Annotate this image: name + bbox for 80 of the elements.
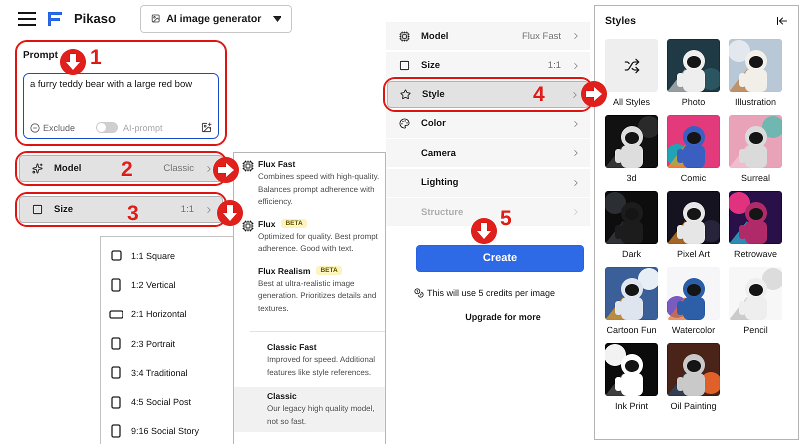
aspect-ratio-icon [111, 337, 121, 350]
prompt-field[interactable]: a furry teddy bear with a large red bow Exclude AI-prompt [23, 73, 219, 139]
credits-note: This will use 5 credits per image [427, 288, 556, 298]
square-icon [32, 204, 43, 215]
aspect-ratio-icon [111, 396, 121, 409]
create-button[interactable]: Create [416, 244, 584, 272]
prompt-label: Prompt [23, 50, 58, 61]
setting-row[interactable]: Color [386, 110, 590, 138]
style-label[interactable]: 3d [626, 173, 636, 183]
aspect-ratio-icon [111, 424, 121, 438]
style-label[interactable]: Cartoon Fun [606, 325, 657, 335]
setting-row[interactable]: Size 1:1 [386, 52, 590, 80]
palette-icon [399, 118, 410, 129]
chip-icon [242, 160, 254, 172]
style-label[interactable]: Oil Painting [670, 401, 717, 411]
setting-row[interactable]: Model Flux Fast [386, 22, 590, 50]
image-icon[interactable] [201, 122, 212, 133]
aspect-ratio-icon [110, 250, 122, 262]
mode-dropdown[interactable]: AI image generator [140, 4, 292, 32]
shuffle-icon [624, 58, 640, 74]
step-number: 1 [90, 47, 102, 68]
square-icon [399, 60, 410, 71]
style-label[interactable]: Surreal [740, 173, 770, 183]
setting-row[interactable]: Camera [386, 139, 590, 167]
ai-prompt-label: AI-prompt [123, 122, 163, 132]
image-icon [150, 13, 160, 24]
model-name: Classic [267, 391, 297, 401]
size-option[interactable]: 3:4 Traditional [131, 368, 188, 378]
size-option[interactable]: 1:2 Vertical [131, 280, 176, 290]
menu-icon[interactable] [18, 12, 36, 26]
model-name: Flux Realism [258, 266, 310, 276]
step-number: 5 [500, 208, 512, 229]
model-name: Flux [258, 218, 276, 228]
model-description: Combines speed with high-quality. Balances prompt adherence with efficiency. [258, 171, 380, 208]
sparkles-icon [32, 163, 43, 174]
style-label[interactable]: Pixel Art [676, 249, 710, 259]
upgrade-link[interactable]: Upgrade for more [465, 312, 541, 322]
size-option[interactable]: 4:5 Social Post [131, 397, 192, 408]
style-label[interactable]: Dark [622, 249, 641, 259]
collapse-icon[interactable] [776, 15, 788, 27]
step-number: 3 [127, 203, 139, 224]
style-label[interactable]: Ink Print [614, 401, 648, 411]
model-description: Optimized for quality. Best prompt adherence. Good with text. [258, 230, 379, 255]
aspect-ratio-icon [111, 278, 121, 292]
size-option[interactable]: 9:16 Social Story [131, 426, 200, 436]
product-name: Pikaso [74, 11, 116, 26]
style-label[interactable]: Comic [680, 173, 706, 183]
chip-icon [399, 30, 410, 42]
model-description: Best at ultra-realistic image generation. Prioritizes details and textures. [258, 278, 378, 314]
step-number: 4 [533, 84, 545, 105]
coins-icon [414, 288, 424, 298]
all-styles-tile[interactable] [605, 39, 658, 92]
style-label[interactable]: Watercolor [672, 325, 716, 335]
chip-icon [242, 220, 254, 232]
size-option[interactable]: 1:1 Square [131, 250, 176, 261]
aspect-ratio-icon [109, 310, 123, 319]
step-number: 2 [121, 159, 133, 180]
model-name: Classic Fast [267, 342, 317, 352]
styles-title: Styles [605, 15, 636, 27]
size-option[interactable]: 2:3 Portrait [131, 338, 176, 349]
model-description: Improved for speed. Additional features like style references. [267, 354, 376, 379]
exclude-button[interactable]: Exclude [43, 122, 76, 132]
model-option[interactable]: Classic Our legacy high quality model, not so fast. [234, 387, 385, 432]
style-label[interactable]: Illustration [734, 97, 776, 107]
style-label[interactable]: Retrowave [734, 249, 778, 259]
star-icon [400, 89, 411, 100]
style-label[interactable]: Pencil [743, 325, 768, 335]
ai-prompt-toggle[interactable] [96, 122, 118, 133]
size-option[interactable]: 2:1 Horizontal [131, 309, 187, 320]
setting-row[interactable]: Lighting [386, 168, 590, 196]
model-option[interactable]: Classic Fast Improved for speed. Additional features like style references. [234, 340, 385, 387]
model-description: Our legacy high quality model, not so fast. [267, 403, 376, 428]
aspect-ratio-icon [111, 366, 121, 380]
minus-circle-icon [30, 122, 40, 132]
model-option[interactable]: Flux Fast Combines speed with high-quality. Balances prompt adherence with efficiency. [241, 157, 385, 216]
caret-icon [273, 16, 281, 22]
logo-icon [48, 12, 62, 26]
style-label[interactable]: Photo [682, 97, 706, 107]
model-name: Flux Fast [258, 159, 296, 169]
style-label[interactable]: All Styles [612, 97, 650, 107]
